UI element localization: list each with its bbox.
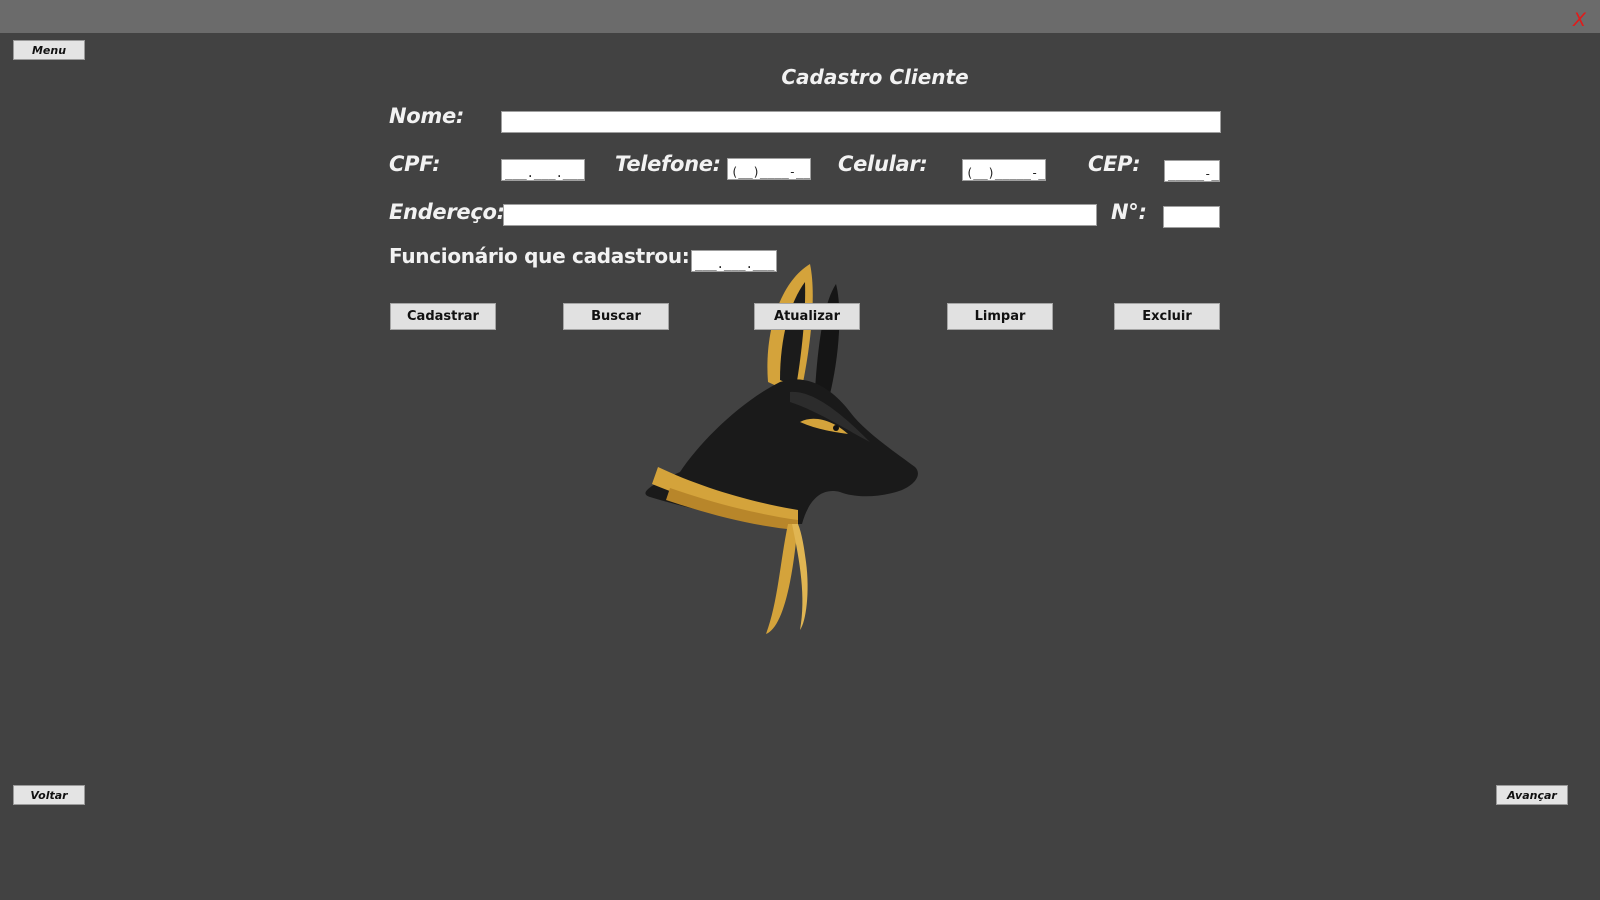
numero-input[interactable] xyxy=(1163,206,1220,228)
endereco-input[interactable] xyxy=(503,204,1097,226)
back-ear-shape xyxy=(815,284,840,394)
cadastro-cliente-window: X Menu Cadastro Cliente Nome: CPF: ___._… xyxy=(0,0,1600,900)
celular-input[interactable]: (__)_____-____ xyxy=(962,159,1046,181)
page-title: Cadastro Cliente xyxy=(781,65,969,89)
eye-pupil-shape xyxy=(833,425,839,431)
buscar-button[interactable]: Buscar xyxy=(563,303,669,330)
telefone-input[interactable]: (__)____-____ xyxy=(727,158,811,180)
telefone-label: Telefone: xyxy=(615,152,721,176)
endereco-label: Endereço: xyxy=(389,200,505,224)
limpar-button[interactable]: Limpar xyxy=(947,303,1053,330)
cep-label: CEP: xyxy=(1088,152,1141,176)
voltar-button[interactable]: Voltar xyxy=(13,785,85,805)
menu-button[interactable]: Menu xyxy=(13,40,85,60)
nome-input[interactable] xyxy=(501,111,1221,133)
close-button[interactable]: X xyxy=(1573,8,1586,32)
cpf-input[interactable]: ___.___.___-__ xyxy=(501,159,585,181)
ribbon-left-shape xyxy=(766,524,798,634)
title-bar: X xyxy=(0,0,1600,33)
cpf-label: CPF: xyxy=(389,152,441,176)
avancar-button[interactable]: Avançar xyxy=(1496,785,1568,805)
atualizar-button[interactable]: Atualizar xyxy=(754,303,860,330)
excluir-button[interactable]: Excluir xyxy=(1114,303,1220,330)
nome-label: Nome: xyxy=(389,104,465,128)
numero-label: N°: xyxy=(1111,200,1147,224)
celular-label: Celular: xyxy=(838,152,928,176)
cep-input[interactable]: _____-___ xyxy=(1164,160,1220,182)
cadastrar-button[interactable]: Cadastrar xyxy=(390,303,496,330)
